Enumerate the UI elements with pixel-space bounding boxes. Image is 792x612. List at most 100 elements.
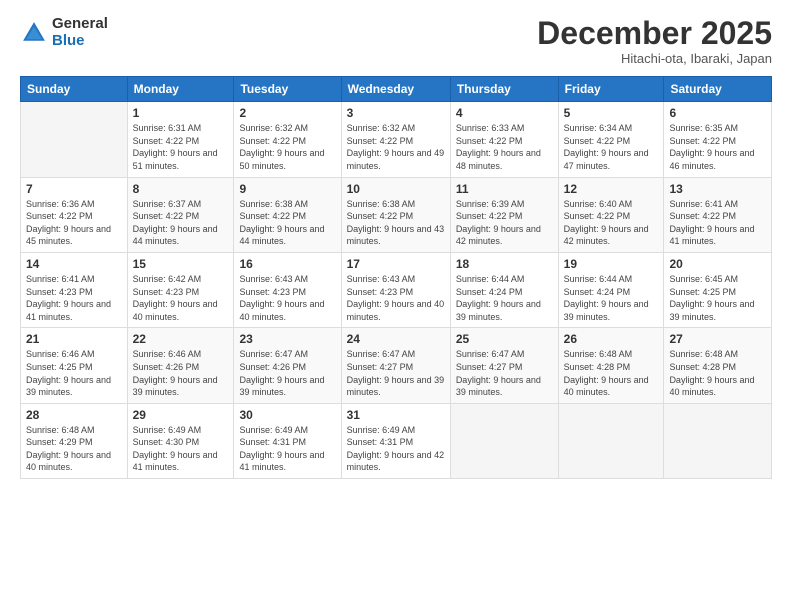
calendar-cell: 18 Sunrise: 6:44 AMSunset: 4:24 PMDaylig… — [450, 252, 558, 327]
day-info: Sunrise: 6:44 AMSunset: 4:24 PMDaylight:… — [564, 273, 659, 323]
col-tuesday: Tuesday — [234, 77, 341, 102]
day-number: 13 — [669, 182, 766, 196]
calendar-cell: 27 Sunrise: 6:48 AMSunset: 4:28 PMDaylig… — [664, 328, 772, 403]
calendar-cell: 23 Sunrise: 6:47 AMSunset: 4:26 PMDaylig… — [234, 328, 341, 403]
day-info: Sunrise: 6:43 AMSunset: 4:23 PMDaylight:… — [347, 273, 445, 323]
day-info: Sunrise: 6:45 AMSunset: 4:25 PMDaylight:… — [669, 273, 766, 323]
week-row-1: 1 Sunrise: 6:31 AMSunset: 4:22 PMDayligh… — [21, 102, 772, 177]
calendar-cell: 17 Sunrise: 6:43 AMSunset: 4:23 PMDaylig… — [341, 252, 450, 327]
location-subtitle: Hitachi-ota, Ibaraki, Japan — [537, 51, 772, 66]
day-number: 23 — [239, 332, 335, 346]
day-info: Sunrise: 6:38 AMSunset: 4:22 PMDaylight:… — [239, 198, 335, 248]
day-info: Sunrise: 6:49 AMSunset: 4:31 PMDaylight:… — [347, 424, 445, 474]
day-number: 9 — [239, 182, 335, 196]
day-number: 21 — [26, 332, 122, 346]
week-row-4: 21 Sunrise: 6:46 AMSunset: 4:25 PMDaylig… — [21, 328, 772, 403]
calendar-cell: 13 Sunrise: 6:41 AMSunset: 4:22 PMDaylig… — [664, 177, 772, 252]
day-number: 12 — [564, 182, 659, 196]
calendar-cell: 26 Sunrise: 6:48 AMSunset: 4:28 PMDaylig… — [558, 328, 664, 403]
calendar-cell: 7 Sunrise: 6:36 AMSunset: 4:22 PMDayligh… — [21, 177, 128, 252]
calendar-cell: 14 Sunrise: 6:41 AMSunset: 4:23 PMDaylig… — [21, 252, 128, 327]
day-number: 20 — [669, 257, 766, 271]
calendar-cell: 16 Sunrise: 6:43 AMSunset: 4:23 PMDaylig… — [234, 252, 341, 327]
day-number: 24 — [347, 332, 445, 346]
calendar-cell: 10 Sunrise: 6:38 AMSunset: 4:22 PMDaylig… — [341, 177, 450, 252]
day-number: 16 — [239, 257, 335, 271]
day-number: 25 — [456, 332, 553, 346]
calendar-cell: 21 Sunrise: 6:46 AMSunset: 4:25 PMDaylig… — [21, 328, 128, 403]
title-block: December 2025 Hitachi-ota, Ibaraki, Japa… — [537, 16, 772, 66]
calendar-cell — [664, 403, 772, 478]
calendar-cell — [450, 403, 558, 478]
month-title: December 2025 — [537, 16, 772, 51]
day-number: 30 — [239, 408, 335, 422]
day-info: Sunrise: 6:35 AMSunset: 4:22 PMDaylight:… — [669, 122, 766, 172]
calendar-cell: 28 Sunrise: 6:48 AMSunset: 4:29 PMDaylig… — [21, 403, 128, 478]
day-info: Sunrise: 6:47 AMSunset: 4:27 PMDaylight:… — [456, 348, 553, 398]
calendar-cell: 15 Sunrise: 6:42 AMSunset: 4:23 PMDaylig… — [127, 252, 234, 327]
calendar-cell: 11 Sunrise: 6:39 AMSunset: 4:22 PMDaylig… — [450, 177, 558, 252]
week-row-5: 28 Sunrise: 6:48 AMSunset: 4:29 PMDaylig… — [21, 403, 772, 478]
day-info: Sunrise: 6:40 AMSunset: 4:22 PMDaylight:… — [564, 198, 659, 248]
calendar-cell: 6 Sunrise: 6:35 AMSunset: 4:22 PMDayligh… — [664, 102, 772, 177]
day-info: Sunrise: 6:47 AMSunset: 4:26 PMDaylight:… — [239, 348, 335, 398]
calendar-cell: 29 Sunrise: 6:49 AMSunset: 4:30 PMDaylig… — [127, 403, 234, 478]
day-number: 26 — [564, 332, 659, 346]
col-friday: Friday — [558, 77, 664, 102]
logo-icon — [20, 19, 48, 47]
week-row-2: 7 Sunrise: 6:36 AMSunset: 4:22 PMDayligh… — [21, 177, 772, 252]
calendar-cell: 1 Sunrise: 6:31 AMSunset: 4:22 PMDayligh… — [127, 102, 234, 177]
day-info: Sunrise: 6:49 AMSunset: 4:31 PMDaylight:… — [239, 424, 335, 474]
calendar-cell: 12 Sunrise: 6:40 AMSunset: 4:22 PMDaylig… — [558, 177, 664, 252]
day-info: Sunrise: 6:36 AMSunset: 4:22 PMDaylight:… — [26, 198, 122, 248]
calendar-cell: 9 Sunrise: 6:38 AMSunset: 4:22 PMDayligh… — [234, 177, 341, 252]
day-info: Sunrise: 6:42 AMSunset: 4:23 PMDaylight:… — [133, 273, 229, 323]
day-number: 2 — [239, 106, 335, 120]
col-monday: Monday — [127, 77, 234, 102]
day-number: 17 — [347, 257, 445, 271]
day-number: 1 — [133, 106, 229, 120]
col-saturday: Saturday — [664, 77, 772, 102]
calendar-cell: 24 Sunrise: 6:47 AMSunset: 4:27 PMDaylig… — [341, 328, 450, 403]
day-info: Sunrise: 6:48 AMSunset: 4:28 PMDaylight:… — [669, 348, 766, 398]
calendar-cell — [21, 102, 128, 177]
day-number: 7 — [26, 182, 122, 196]
day-number: 31 — [347, 408, 445, 422]
day-info: Sunrise: 6:41 AMSunset: 4:22 PMDaylight:… — [669, 198, 766, 248]
day-number: 19 — [564, 257, 659, 271]
calendar-cell: 2 Sunrise: 6:32 AMSunset: 4:22 PMDayligh… — [234, 102, 341, 177]
day-info: Sunrise: 6:48 AMSunset: 4:28 PMDaylight:… — [564, 348, 659, 398]
calendar-cell: 22 Sunrise: 6:46 AMSunset: 4:26 PMDaylig… — [127, 328, 234, 403]
day-info: Sunrise: 6:33 AMSunset: 4:22 PMDaylight:… — [456, 122, 553, 172]
calendar-table: Sunday Monday Tuesday Wednesday Thursday… — [20, 76, 772, 479]
calendar-cell: 31 Sunrise: 6:49 AMSunset: 4:31 PMDaylig… — [341, 403, 450, 478]
day-number: 8 — [133, 182, 229, 196]
day-info: Sunrise: 6:46 AMSunset: 4:26 PMDaylight:… — [133, 348, 229, 398]
day-info: Sunrise: 6:41 AMSunset: 4:23 PMDaylight:… — [26, 273, 122, 323]
day-info: Sunrise: 6:38 AMSunset: 4:22 PMDaylight:… — [347, 198, 445, 248]
calendar-cell: 20 Sunrise: 6:45 AMSunset: 4:25 PMDaylig… — [664, 252, 772, 327]
calendar-cell: 3 Sunrise: 6:32 AMSunset: 4:22 PMDayligh… — [341, 102, 450, 177]
calendar-cell: 25 Sunrise: 6:47 AMSunset: 4:27 PMDaylig… — [450, 328, 558, 403]
day-number: 10 — [347, 182, 445, 196]
day-number: 22 — [133, 332, 229, 346]
page: General Blue December 2025 Hitachi-ota, … — [0, 0, 792, 612]
logo-blue-text: Blue — [52, 33, 108, 50]
day-info: Sunrise: 6:44 AMSunset: 4:24 PMDaylight:… — [456, 273, 553, 323]
col-thursday: Thursday — [450, 77, 558, 102]
day-info: Sunrise: 6:34 AMSunset: 4:22 PMDaylight:… — [564, 122, 659, 172]
col-sunday: Sunday — [21, 77, 128, 102]
day-number: 18 — [456, 257, 553, 271]
day-number: 27 — [669, 332, 766, 346]
calendar-cell: 19 Sunrise: 6:44 AMSunset: 4:24 PMDaylig… — [558, 252, 664, 327]
logo-general-text: General — [52, 16, 108, 33]
day-info: Sunrise: 6:32 AMSunset: 4:22 PMDaylight:… — [347, 122, 445, 172]
day-info: Sunrise: 6:37 AMSunset: 4:22 PMDaylight:… — [133, 198, 229, 248]
day-info: Sunrise: 6:32 AMSunset: 4:22 PMDaylight:… — [239, 122, 335, 172]
day-info: Sunrise: 6:31 AMSunset: 4:22 PMDaylight:… — [133, 122, 229, 172]
day-number: 5 — [564, 106, 659, 120]
day-number: 29 — [133, 408, 229, 422]
col-wednesday: Wednesday — [341, 77, 450, 102]
day-number: 11 — [456, 182, 553, 196]
day-info: Sunrise: 6:43 AMSunset: 4:23 PMDaylight:… — [239, 273, 335, 323]
